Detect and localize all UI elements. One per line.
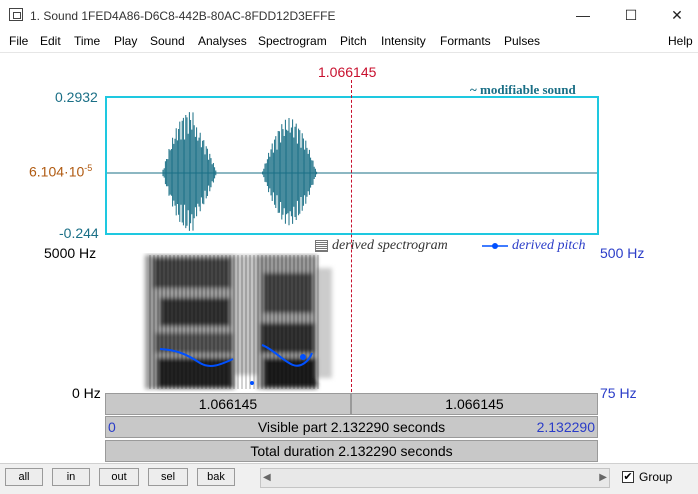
pitch-point: [250, 381, 254, 385]
cursor-line: [351, 80, 352, 392]
spectrogram-fmin-label: 0 Hz: [72, 385, 101, 401]
visible-end-label: 2.132290: [536, 419, 595, 435]
time-scrollbar[interactable]: ◀ ▶: [260, 468, 610, 488]
visible-part-row[interactable]: 0 Visible part 2.132290 seconds 2.132290: [105, 416, 598, 438]
menu-sound[interactable]: Sound: [150, 34, 185, 48]
menu-time[interactable]: Time: [74, 34, 100, 48]
cursor-time-label: 1.066145: [318, 64, 377, 80]
pitch-min-label: 75 Hz: [600, 385, 637, 401]
zoom-out-button[interactable]: out: [99, 468, 139, 486]
left-segment-row[interactable]: 1.066145: [105, 393, 351, 415]
zoom-in-button[interactable]: in: [52, 468, 90, 486]
right-segment-row[interactable]: 1.066145: [351, 393, 598, 415]
pitch-legend-icon: [482, 243, 508, 249]
spectrogram-legend: derived spectrogram: [332, 238, 448, 253]
minimize-button[interactable]: —: [560, 0, 606, 31]
left-segment-duration: 1.066145: [198, 396, 258, 412]
waveform-panel[interactable]: [105, 96, 599, 235]
pitch-legend: derived pitch: [512, 238, 586, 253]
waveform-signal: [162, 112, 318, 231]
zoom-sel-button[interactable]: sel: [148, 468, 188, 486]
menu-analyses[interactable]: Analyses: [198, 34, 247, 48]
menu-file[interactable]: File: [9, 34, 28, 48]
menu-formants[interactable]: Formants: [440, 34, 491, 48]
menu-help[interactable]: Help: [668, 34, 693, 48]
wave-ymax-label: 0.2932: [55, 89, 98, 105]
visible-part-label: Visible part 2.132290 seconds: [257, 419, 446, 435]
waveform-plot: [107, 112, 597, 231]
wave-ymin-label: -0.244: [59, 225, 99, 241]
pitch-max-label: 500 Hz: [600, 245, 645, 261]
menu-spectrogram[interactable]: Spectrogram: [258, 34, 327, 48]
menu-edit[interactable]: Edit: [40, 34, 61, 48]
group-checkbox[interactable]: ✔: [622, 471, 634, 483]
maximize-button[interactable]: ☐: [608, 0, 654, 31]
right-segment-duration: 1.066145: [445, 396, 504, 412]
spectrogram-striations: [149, 255, 319, 389]
waveform-trace: [162, 112, 318, 231]
total-duration-label: Total duration 2.132290 seconds: [250, 443, 453, 459]
menu-play[interactable]: Play: [114, 34, 137, 48]
spectrogram-legend-icon: [315, 240, 328, 252]
menu-intensity[interactable]: Intensity: [381, 34, 426, 48]
menu-pulses[interactable]: Pulses: [504, 34, 540, 48]
pitch-point: [300, 354, 306, 360]
group-label: Group: [639, 470, 673, 484]
close-button[interactable]: ✕: [654, 0, 698, 31]
total-duration-row[interactable]: Total duration 2.132290 seconds: [105, 440, 598, 462]
scroll-left-arrow-icon[interactable]: ◀: [263, 472, 271, 483]
window-title: 1. Sound 1FED4A86-D6C8-442B-80AC-8FDD12D…: [30, 9, 336, 23]
wave-zero-label: 6.104·10-5: [29, 163, 93, 180]
scroll-right-arrow-icon[interactable]: ▶: [599, 472, 607, 483]
zoom-all-button[interactable]: all: [5, 468, 43, 486]
menu-pitch[interactable]: Pitch: [340, 34, 367, 48]
spectrogram-fmax-label: 5000 Hz: [44, 245, 97, 261]
app-icon: [9, 8, 23, 21]
zoom-back-button[interactable]: bak: [197, 468, 235, 486]
